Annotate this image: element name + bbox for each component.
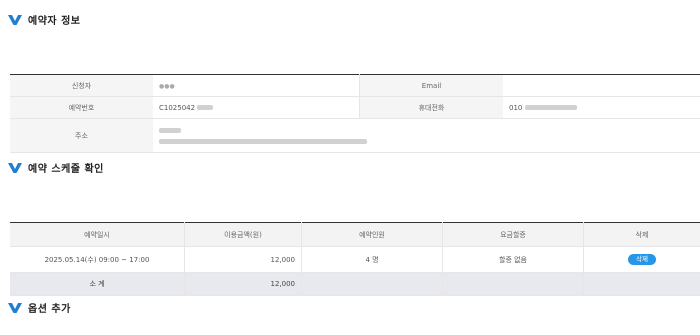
v-bullet-icon (8, 14, 22, 25)
section-title: 예약자 정보 (28, 16, 81, 27)
redacted-block (524, 105, 577, 110)
col-datetime: 예약일시 (10, 222, 185, 247)
table-row: 2025.05.14(수) 09:00 ~ 17:00 12,000 4 명 할… (10, 246, 700, 273)
applicant-label: 신청자 (10, 74, 153, 97)
redacted-block (159, 127, 181, 133)
applicant-value: ●●● (153, 74, 360, 97)
address-value (153, 118, 700, 153)
reservation-info-table: 신청자 ●●● Email 예약번호 C1025042 휴대전화 010 주소 (10, 74, 700, 153)
redacted-block (159, 138, 367, 144)
phone-value: 010 (503, 96, 700, 119)
section-title: 예약 스케줄 확인 (28, 164, 104, 175)
section-options: 옵션 추가 (8, 300, 71, 315)
col-surcharge: 요금할증 (442, 222, 584, 247)
section-reservation-info: 예약자 정보 (8, 12, 80, 27)
email-label: Email (359, 74, 503, 97)
v-bullet-icon (8, 162, 22, 173)
v-bullet-icon (8, 302, 22, 313)
row-people: 4 명 (301, 246, 443, 273)
row-delete-cell: 삭제 (583, 246, 700, 273)
reservation-no-label: 예약번호 (10, 96, 153, 119)
col-people: 예약인원 (301, 222, 443, 247)
section-schedule: 예약 스케줄 확인 (8, 160, 104, 175)
subtotal-row: 소 계 12,000 (10, 272, 700, 296)
schedule-table: 예약일시 이용금액(원) 예약인원 요금할증 삭제 2025.05.14(수) … (10, 222, 700, 296)
subtotal-label: 소 계 (10, 272, 185, 296)
address-label: 주소 (10, 118, 153, 153)
section-title: 옵션 추가 (28, 304, 71, 315)
row-datetime: 2025.05.14(수) 09:00 ~ 17:00 (10, 246, 185, 273)
delete-button[interactable]: 삭제 (628, 254, 656, 265)
reservation-no-value: C1025042 (153, 96, 360, 119)
subtotal-amount: 12,000 (184, 272, 302, 296)
col-amount: 이용금액(원) (184, 222, 302, 247)
row-amount: 12,000 (184, 246, 302, 273)
phone-label: 휴대전화 (359, 96, 503, 119)
redacted-block (197, 105, 214, 110)
email-value (503, 74, 700, 97)
row-surcharge: 할증 없음 (442, 246, 584, 273)
col-delete: 삭제 (583, 222, 700, 247)
